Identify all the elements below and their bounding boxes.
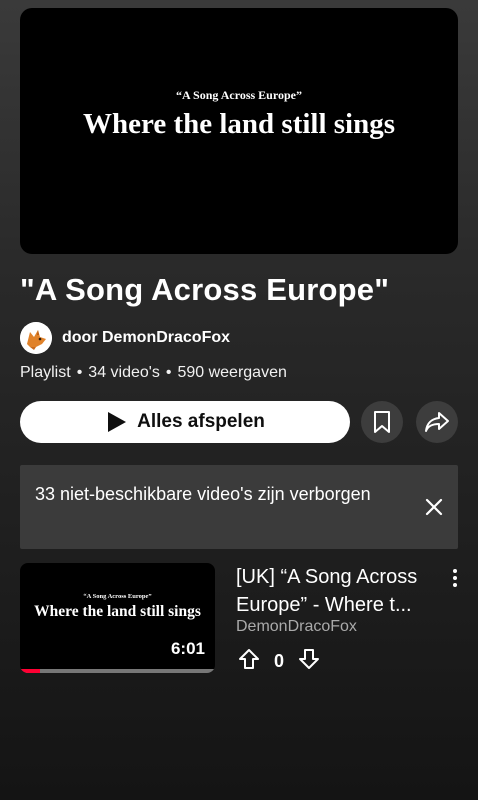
cover-subtitle: “A Song Across Europe” [176,88,302,102]
share-icon [425,412,449,432]
close-icon [425,498,443,516]
playlist-cover[interactable]: “A Song Across Europe” Where the land st… [20,8,458,254]
playlist-meta: Playlist • 34 video's • 590 weergaven [20,364,287,382]
downvote-button[interactable] [298,648,320,675]
watch-progress-fill [20,669,40,673]
more-vertical-icon [453,569,457,587]
vote-count: 0 [274,651,285,671]
arrow-up-icon [239,649,259,669]
notice-text: 33 niet-beschikbare video's zijn verborg… [35,484,371,504]
meta-separator: • [76,364,83,381]
cover-title: Where the land still sings [82,108,396,140]
save-button[interactable] [361,401,403,443]
vote-controls: 0 [238,648,320,675]
play-all-label: Alles afspelen [137,411,265,432]
watch-progress-track [20,669,215,673]
bookmark-icon [374,411,390,433]
thumbnail-subtitle: “A Song Across Europe” [83,593,152,600]
arrow-down-icon [299,649,320,669]
play-icon [108,412,127,432]
avatar[interactable] [20,322,52,354]
fox-avatar-icon [20,322,52,354]
notice-close-button[interactable] [424,497,444,522]
playlist-title: "A Song Across Europe" [20,272,390,307]
share-button[interactable] [416,401,458,443]
meta-separator: • [165,364,172,381]
video-count: 34 video's [88,364,160,381]
video-channel[interactable]: DemonDracoFox [236,618,357,636]
owner-name[interactable]: door DemonDracoFox [62,329,230,347]
playlist-type: Playlist [20,364,71,381]
thumbnail-title: Where the land still sings [34,603,201,620]
hidden-videos-notice: 33 niet-beschikbare video's zijn verborg… [20,465,458,549]
playlist-owner[interactable]: door DemonDracoFox [20,322,230,354]
upvote-button[interactable] [238,648,260,675]
duration-badge: 6:01 [170,639,205,658]
video-title[interactable]: [UK] “A Song Across Europe” - Where t... [236,563,448,619]
view-count: 590 weergaven [177,364,287,381]
video-thumbnail[interactable]: “A Song Across Europe” Where the land st… [20,563,215,673]
play-all-button[interactable]: Alles afspelen [20,401,350,443]
video-menu-button[interactable] [452,568,458,593]
